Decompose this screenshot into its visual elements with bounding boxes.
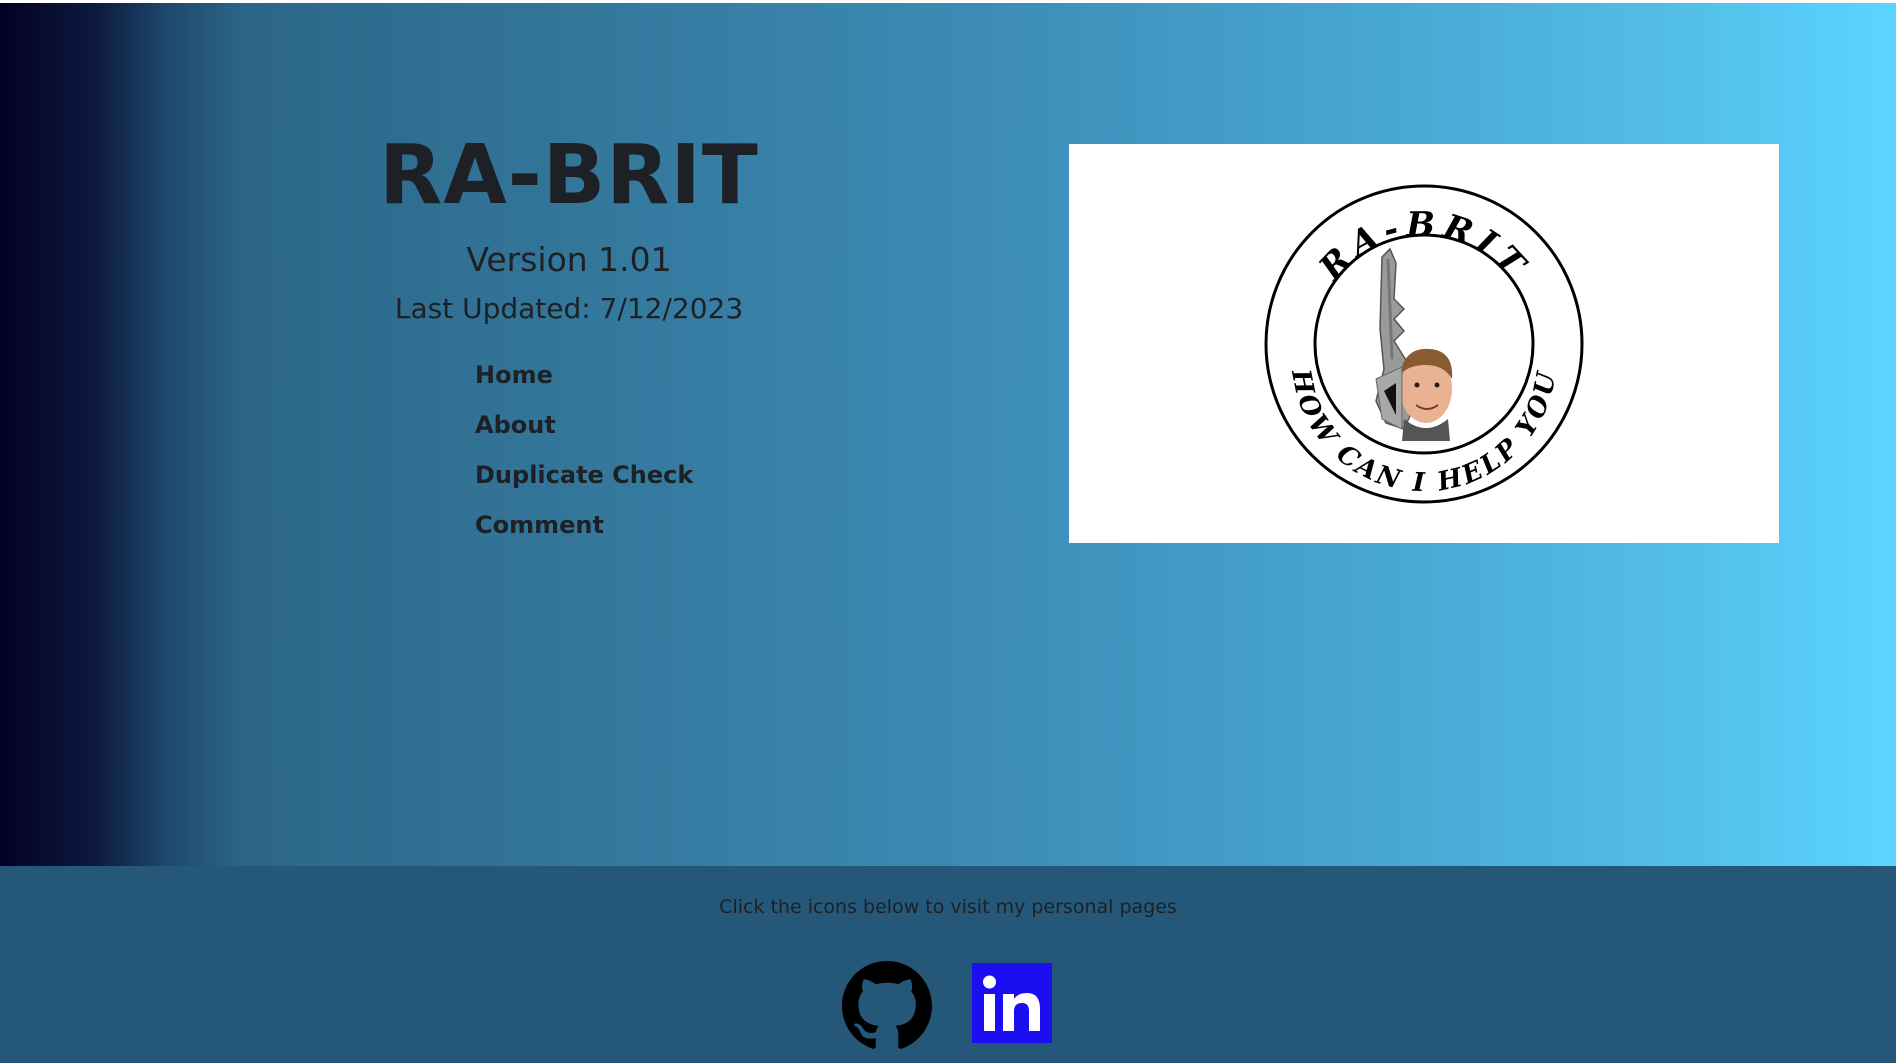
github-link[interactable] [842,961,932,1051]
linkedin-icon [972,963,1052,1043]
nav-item-duplicate-check: Duplicate Check [475,455,693,505]
linkedin-link[interactable] [972,963,1052,1043]
nav-item-comment: Comment [475,505,693,555]
nav-item-about: About [475,405,693,455]
footer-text: Click the icons below to visit my person… [719,896,1177,918]
last-updated-text: Last Updated: 7/12/2023 [394,292,744,325]
site-title: RA-BRIT [379,128,759,223]
github-icon [842,961,932,1049]
main-nav: Home About Duplicate Check Comment [475,355,693,555]
nav-link-home[interactable]: Home [475,361,553,389]
nav-item-home: Home [475,355,693,405]
footer: Click the icons below to visit my person… [0,866,1896,1063]
key-with-face-logo-icon: RA-BRIT HOW CAN I HELP YOU [1264,184,1584,504]
hero-section: RA-BRIT Version 1.01 Last Updated: 7/12/… [0,3,1896,866]
logo-card: RA-BRIT HOW CAN I HELP YOU [1069,144,1779,543]
header-block: RA-BRIT Version 1.01 Last Updated: 7/12/… [308,128,830,328]
version-text: Version 1.01 [466,240,672,279]
nav-link-about[interactable]: About [475,411,556,439]
nav-link-duplicate-check[interactable]: Duplicate Check [475,461,693,489]
nav-link-comment[interactable]: Comment [475,511,604,539]
